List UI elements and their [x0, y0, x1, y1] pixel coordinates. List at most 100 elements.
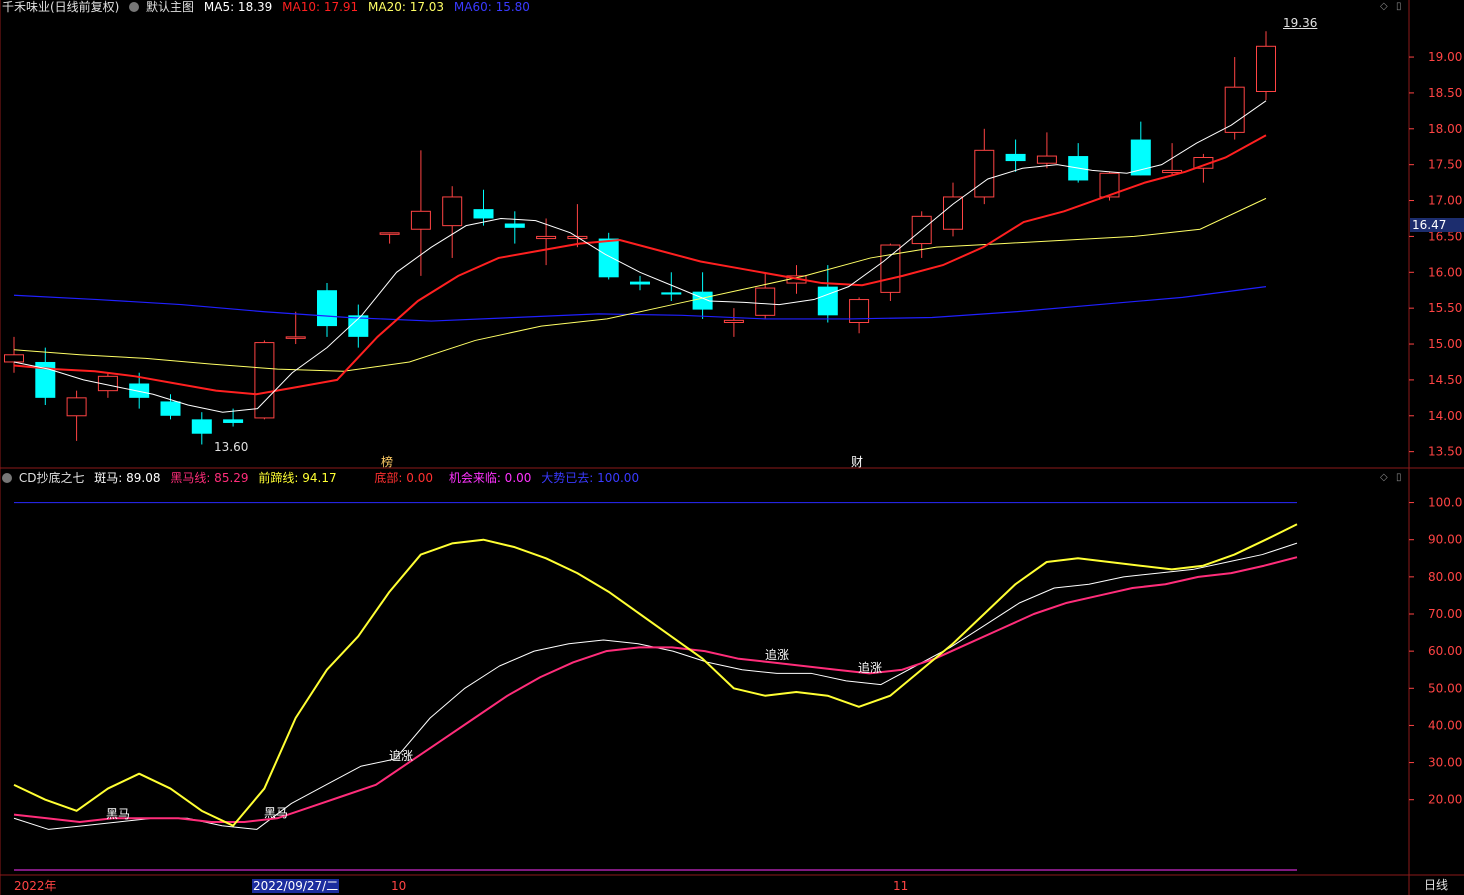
candle-body	[379, 232, 400, 235]
candle-body	[1256, 45, 1276, 92]
price-tick-label: 15.50	[1428, 301, 1462, 315]
candle	[191, 412, 212, 445]
signal-zhuizhang-3: 追涨	[858, 661, 883, 675]
price-tick-label: 18.50	[1428, 86, 1462, 100]
price-tick-label: 13.50	[1428, 445, 1462, 459]
candle	[880, 243, 901, 301]
candle	[317, 283, 337, 337]
candle	[442, 186, 463, 258]
candle	[4, 336, 24, 373]
candle	[285, 311, 306, 345]
jihui-value: 机会来临: 0.00	[448, 471, 532, 485]
axes: 19.0018.5018.0017.5017.0016.5016.0015.50…	[1409, 50, 1462, 807]
price-tick-label: 14.00	[1428, 409, 1462, 423]
candle-body	[943, 196, 963, 230]
stock-title[interactable]: 千禾味业(日线前复权)	[2, 0, 119, 14]
candle-body	[817, 286, 838, 316]
candle-body	[880, 244, 901, 293]
date-label-year: 2022年	[14, 879, 57, 893]
ma5-value: MA5: 18.39	[203, 0, 273, 14]
candle-body	[191, 419, 212, 434]
candle-body	[1036, 155, 1057, 164]
high-price-label: 19.36	[1283, 16, 1318, 30]
candle-body	[1224, 86, 1245, 133]
signal-heima-1: 黑马	[106, 807, 131, 821]
event-mark-cai[interactable]: 财	[851, 455, 863, 469]
candle-body	[598, 238, 619, 278]
date-label-cursor: 2022/09/27/二	[252, 879, 340, 893]
candle	[1256, 31, 1276, 101]
date-label-nov: 11	[893, 879, 909, 893]
candle-body	[974, 149, 995, 198]
price-tick-label: 17.50	[1428, 158, 1462, 172]
price-tick-label: 19.00	[1428, 50, 1462, 64]
candle	[755, 272, 776, 319]
price-tick-label: 16.00	[1428, 265, 1462, 279]
qiantiao-line	[13, 523, 1298, 827]
candle	[160, 394, 181, 420]
indicator-tick-label: 70.00	[1428, 607, 1462, 621]
signal-zhuizhang-1: 追涨	[389, 749, 414, 763]
candle	[1036, 132, 1057, 169]
candle-body	[285, 336, 306, 339]
candle-body	[160, 401, 181, 416]
low-price-label: 13.60	[214, 440, 249, 454]
template-name[interactable]: 默认主图	[146, 0, 194, 14]
scroll-icon[interactable]: ▯	[1396, 1, 1402, 12]
candle-body	[317, 290, 337, 327]
candle-body	[1162, 169, 1183, 174]
candle	[410, 150, 431, 276]
heima-value: 黑马线: 85.29	[170, 471, 249, 485]
candle	[536, 218, 557, 266]
candle-body	[630, 281, 650, 285]
diamond-icon[interactable]: ◇	[1380, 1, 1388, 12]
event-mark-bang[interactable]: 榜	[381, 455, 393, 469]
candle-body	[4, 354, 24, 363]
price-tick-label: 15.00	[1428, 337, 1462, 351]
banma-value: 斑马: 89.08	[94, 471, 161, 485]
indicator-dropdown-icon[interactable]	[2, 473, 12, 483]
candle-body	[442, 196, 463, 227]
candle	[379, 232, 400, 244]
candle	[817, 265, 838, 323]
candle	[1162, 143, 1183, 176]
indicator-panel	[13, 502, 1298, 871]
indicator-tick-label: 30.00	[1428, 756, 1462, 770]
candle	[66, 390, 87, 441]
candle-body	[723, 319, 744, 324]
candle	[723, 308, 744, 337]
price-tick-label: 17.00	[1428, 194, 1462, 208]
candle-body	[1005, 153, 1026, 162]
candle	[35, 347, 56, 406]
candle	[974, 128, 995, 205]
candle	[504, 211, 525, 244]
price-tick-label: 18.00	[1428, 122, 1462, 136]
indicator-tick-label: 80.00	[1428, 570, 1462, 584]
ma10-value: MA10: 17.91	[282, 0, 359, 14]
indicator-scroll-icon[interactable]: ▯	[1396, 472, 1402, 483]
price-panel	[4, 31, 1276, 445]
candle-body	[473, 209, 494, 219]
price-panel-header: 千禾味业(日线前复权) 默认主图 MA5: 18.39 MA10: 17.91 …	[2, 0, 536, 14]
qiantiao-value: 前蹄线: 94.17	[258, 471, 337, 485]
indicator-name[interactable]: CD抄底之七	[19, 471, 85, 485]
candle	[849, 297, 870, 334]
current-price-tag: 16.47	[1410, 218, 1464, 232]
period-button[interactable]: 日线	[1424, 878, 1448, 892]
date-label-oct: 10	[391, 879, 407, 893]
candle	[1099, 171, 1120, 201]
candle-body	[223, 419, 244, 423]
template-dropdown-icon[interactable]	[129, 2, 140, 12]
candle-body	[254, 342, 275, 419]
price-tick-label: 14.50	[1428, 373, 1462, 387]
indicator-header: CD抄底之七 斑马: 89.08 黑马线: 85.29 前蹄线: 94.17 底…	[2, 471, 645, 485]
candle	[1130, 121, 1151, 176]
candle-body	[129, 383, 150, 398]
signal-heima-2: 黑马	[264, 806, 289, 820]
signal-zhuizhang-2: 追涨	[765, 648, 790, 662]
dashi-value: 大势已去: 100.00	[541, 471, 640, 485]
dibu-value: 底部: 0.00	[374, 471, 433, 485]
indicator-diamond-icon[interactable]: ◇	[1380, 472, 1388, 483]
heima-line	[13, 556, 1298, 823]
indicator-tick-label: 50.00	[1428, 681, 1462, 695]
